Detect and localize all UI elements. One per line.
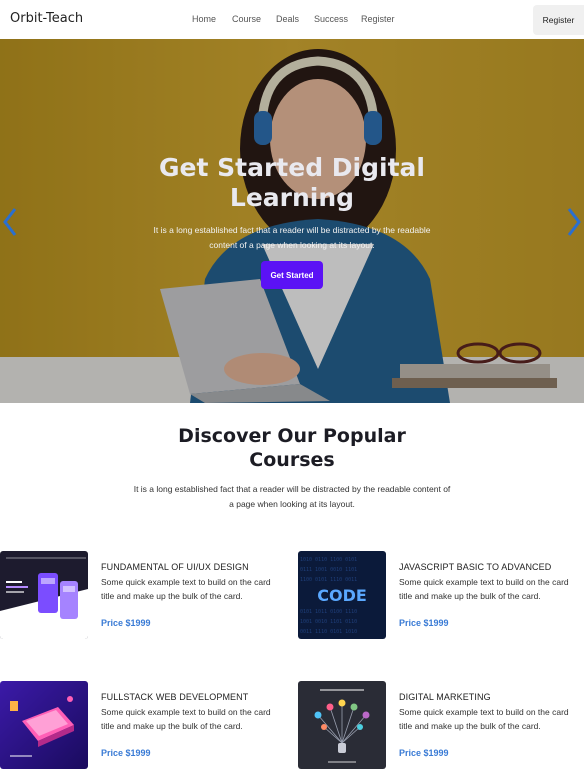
get-started-button[interactable]: Get Started bbox=[261, 261, 323, 289]
course-thumbnail-marketing bbox=[298, 681, 386, 769]
section-title: Discover Our Popular Courses bbox=[178, 425, 406, 471]
course-title: JAVASCRIPT BASIC TO ADVANCED bbox=[399, 562, 552, 572]
course-text: Some quick example text to build on the … bbox=[101, 577, 271, 601]
register-button[interactable]: Register bbox=[533, 5, 584, 35]
hero-text: It is a long established fact that a rea… bbox=[153, 225, 431, 250]
svg-text:1001 0010 1101 0110: 1001 0010 1101 0110 bbox=[300, 619, 357, 625]
svg-text:1010 0110 1100 0101: 1010 0110 1100 0101 bbox=[300, 557, 357, 563]
svg-text:1100 0101 1110 0011: 1100 0101 1110 0011 bbox=[300, 577, 357, 583]
course-card-marketing[interactable]: DIGITAL MARKETING Some quick example tex… bbox=[298, 681, 583, 773]
course-title: FUNDAMENTAL OF UI/UX DESIGN bbox=[101, 562, 249, 572]
course-text: Some quick example text to build on the … bbox=[101, 707, 271, 731]
svg-text:0101 1011 0100 1110: 0101 1011 0100 1110 bbox=[300, 609, 357, 615]
nav-link-deals[interactable]: Deals bbox=[276, 14, 314, 24]
course-title: DIGITAL MARKETING bbox=[399, 692, 491, 702]
course-thumbnail-fullstack bbox=[0, 681, 88, 769]
section-text: It is a long established fact that a rea… bbox=[133, 484, 451, 509]
svg-text:0011 1110 0101 1010: 0011 1110 0101 1010 bbox=[300, 629, 357, 635]
course-thumbnail-javascript: 1010 0110 1100 0101 0111 1001 0010 1101 … bbox=[298, 551, 386, 639]
svg-text:0111 1001 0010 1101: 0111 1001 0010 1101 bbox=[300, 567, 357, 573]
nav-link-course[interactable]: Course bbox=[232, 14, 276, 24]
course-card-fullstack[interactable]: FULLSTACK WEB DEVELOPMENT Some quick exa… bbox=[0, 681, 285, 773]
course-price: Price $1999 bbox=[101, 618, 151, 628]
code-thumb-text: CODE bbox=[317, 586, 367, 605]
course-thumbnail-uiux bbox=[0, 551, 88, 639]
course-title: FULLSTACK WEB DEVELOPMENT bbox=[101, 692, 249, 702]
chevron-left-icon[interactable] bbox=[2, 207, 18, 237]
course-price: Price $1999 bbox=[101, 748, 151, 758]
hero-carousel: Get Started Digital Learning It is a lon… bbox=[0, 39, 584, 403]
course-text: Some quick example text to build on the … bbox=[399, 577, 569, 601]
course-card-uiux[interactable]: FUNDAMENTAL OF UI/UX DESIGN Some quick e… bbox=[0, 551, 285, 643]
chevron-right-icon[interactable] bbox=[566, 207, 582, 237]
course-text: Some quick example text to build on the … bbox=[399, 707, 569, 731]
course-price: Price $1999 bbox=[399, 618, 449, 628]
navbar: Orbit-Teach Home Course Deals Success Re… bbox=[0, 0, 584, 39]
nav-links: Home Course Deals Success Register bbox=[192, 14, 401, 24]
course-price: Price $1999 bbox=[399, 748, 449, 758]
hero-title: Get Started Digital Learning bbox=[159, 153, 425, 212]
nav-link-success[interactable]: Success bbox=[314, 14, 361, 24]
brand-logo[interactable]: Orbit-Teach bbox=[10, 11, 83, 26]
nav-link-register[interactable]: Register bbox=[361, 14, 401, 24]
course-card-javascript[interactable]: 1010 0110 1100 0101 0111 1001 0010 1101 … bbox=[298, 551, 583, 643]
hero-overlay bbox=[0, 39, 584, 403]
nav-link-home[interactable]: Home bbox=[192, 14, 232, 24]
